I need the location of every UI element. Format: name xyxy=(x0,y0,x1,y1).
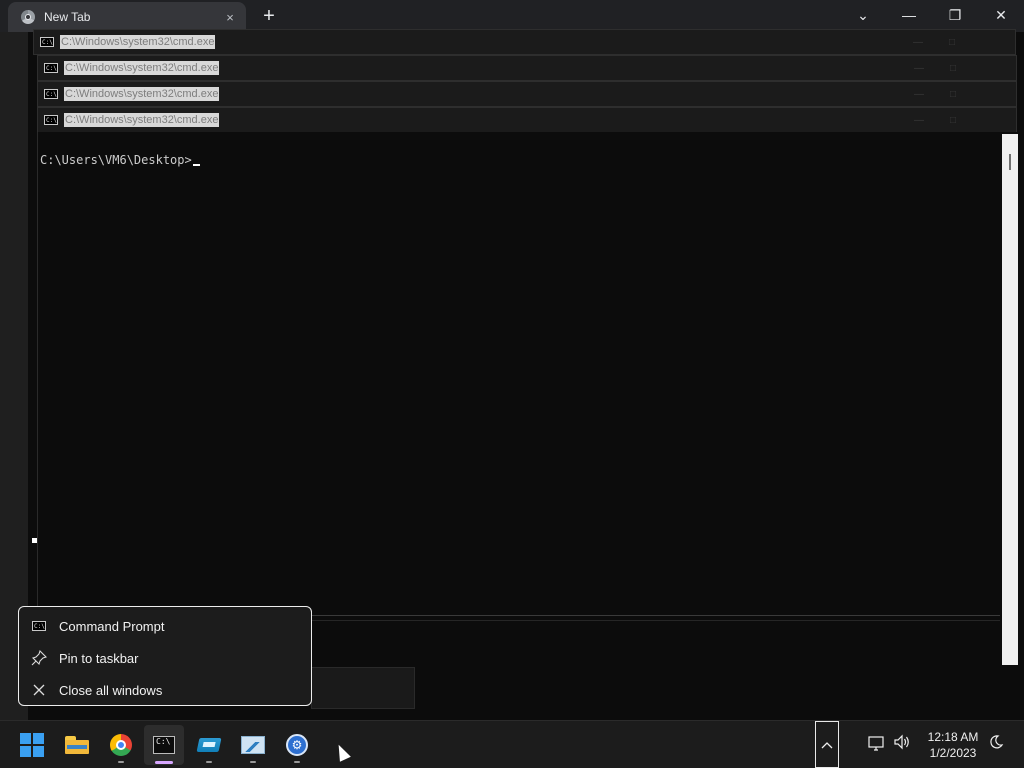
gear-icon: ⚙ xyxy=(286,734,308,756)
taskbar-chrome[interactable] xyxy=(101,725,141,765)
cmd-icon: C:\ xyxy=(40,37,54,47)
terminal-icon: C:\ xyxy=(153,736,175,754)
maximize-button[interactable]: ❐ xyxy=(932,0,978,30)
minimize-button[interactable]: — xyxy=(886,0,932,30)
jumplist-label: Command Prompt xyxy=(59,618,165,634)
cmd-icon: C:\ xyxy=(44,89,58,99)
tab-title: New Tab xyxy=(44,10,91,24)
clock[interactable]: 12:18 AM 1/2/2023 xyxy=(918,729,988,761)
running-indicator xyxy=(206,761,212,763)
tab-search-button[interactable]: ⌄ xyxy=(840,0,886,30)
vertical-scrollbar[interactable] xyxy=(1002,134,1018,665)
jumplist-label: Close all windows xyxy=(59,682,163,698)
cmd-icon: C:\ xyxy=(44,115,58,125)
console-prompt: C:\Users\VM6\Desktop> xyxy=(40,153,200,167)
running-indicator xyxy=(118,761,124,763)
scrollbar-thumb[interactable] xyxy=(1009,154,1011,170)
clock-date: 1/2/2023 xyxy=(929,746,977,760)
show-hidden-icons-button[interactable] xyxy=(815,721,839,768)
window-controls: — □ xyxy=(912,36,955,48)
cmd-window-title: C:\Windows\system32\cmd.exe xyxy=(64,113,220,127)
window-controls: — □ xyxy=(913,62,956,74)
jumplist-close-all-windows[interactable]: Close all windows xyxy=(19,674,311,706)
cmd-window-title: C:\Windows\system32\cmd.exe xyxy=(60,35,216,49)
taskbar: C:\ ⚙ 12:18 AM 1/2/2023 xyxy=(0,720,1024,768)
start-button[interactable] xyxy=(12,725,52,765)
prompt-text: C:\Users\VM6\Desktop> xyxy=(40,153,192,167)
network-icon[interactable] xyxy=(868,735,886,755)
console-area[interactable]: C:\Users\VM6\Desktop> xyxy=(37,132,1018,668)
chrome-icon xyxy=(110,734,132,756)
cmd-window-4[interactable]: C:\ C:\Windows\system32\cmd.exe — □ xyxy=(37,107,1017,133)
browser-tab[interactable]: New Tab × xyxy=(8,2,246,32)
folder-icon xyxy=(65,736,89,754)
focus-assist-icon[interactable] xyxy=(988,734,1004,754)
volume-icon[interactable] xyxy=(893,734,911,754)
running-indicator xyxy=(250,761,256,763)
taskbar-command-prompt[interactable]: C:\ xyxy=(144,725,184,765)
taskbar-performance-monitor[interactable] xyxy=(233,725,273,765)
cmd-window-title: C:\Windows\system32\cmd.exe xyxy=(64,61,220,75)
jumplist-command-prompt[interactable]: C:\ Command Prompt xyxy=(19,610,311,642)
window-controls: — □ xyxy=(913,88,956,100)
cmd-window-1[interactable]: C:\ C:\Windows\system32\cmd.exe — □ xyxy=(33,29,1016,55)
chevron-up-icon xyxy=(821,741,833,748)
clock-time: 12:18 AM xyxy=(927,730,979,744)
active-indicator xyxy=(155,761,173,764)
tab-close-icon[interactable]: × xyxy=(222,10,238,25)
cmd-icon: C:\ xyxy=(44,63,58,73)
new-tab-button[interactable]: + xyxy=(259,5,279,27)
browser-titlebar: New Tab × + ⌄ — ❐ ✕ xyxy=(0,0,1024,32)
jumplist-label: Pin to taskbar xyxy=(59,650,139,666)
background-window xyxy=(311,667,415,709)
window-controls: — □ xyxy=(913,114,956,126)
text-cursor xyxy=(192,164,200,166)
close-button[interactable]: ✕ xyxy=(978,0,1024,30)
pin-icon xyxy=(19,650,59,666)
taskbar-file-explorer[interactable] xyxy=(57,725,97,765)
performance-monitor-icon xyxy=(241,736,265,754)
taskbar-settings-app[interactable]: ⚙ xyxy=(277,725,317,765)
jumplist-pin-to-taskbar[interactable]: Pin to taskbar xyxy=(19,642,311,674)
cmd-window-title: C:\Windows\system32\cmd.exe xyxy=(64,87,220,101)
running-indicator xyxy=(294,761,300,763)
cmd-window-2[interactable]: C:\ C:\Windows\system32\cmd.exe — □ xyxy=(37,55,1017,81)
close-icon xyxy=(19,684,59,696)
chrome-icon xyxy=(21,10,35,24)
taskbar-disk-app[interactable] xyxy=(189,725,229,765)
cmd-icon: C:\ xyxy=(32,621,46,631)
cmd-window-3[interactable]: C:\ C:\Windows\system32\cmd.exe — □ xyxy=(37,81,1017,107)
windows-icon xyxy=(20,733,44,757)
taskbar-jumplist: C:\ Command Prompt Pin to taskbar Close … xyxy=(18,606,312,706)
resize-marker xyxy=(32,538,37,543)
disk-icon xyxy=(196,738,222,752)
